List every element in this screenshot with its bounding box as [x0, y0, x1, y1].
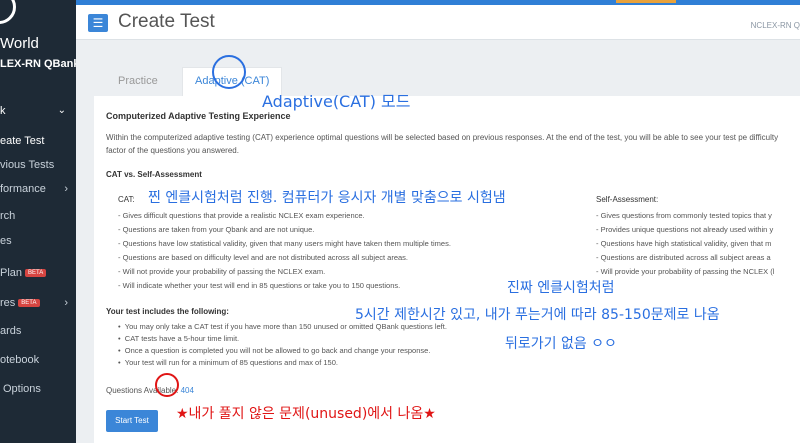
- sa-bullet: - Provides unique questions not already …: [596, 225, 774, 234]
- include-text: Once a question is completed you will no…: [124, 346, 431, 355]
- sa-bullet: - Will provide your probability of passi…: [596, 267, 775, 276]
- sidebar-item-label: rch: [0, 210, 16, 222]
- cat-bullet: - Will not provide your probability of p…: [118, 267, 326, 276]
- sidebar-item-study-plan[interactable]: Plan BETA: [0, 267, 76, 279]
- start-test-button[interactable]: Start Test: [106, 410, 158, 432]
- section-title: Computerized Adaptive Testing Experience: [106, 111, 291, 121]
- annotation-circle: [212, 55, 246, 89]
- brand-product: LEX-RN QBank: [0, 58, 76, 70]
- sidebar-item-notebook[interactable]: otebook: [0, 354, 76, 366]
- sidebar-item-create-test[interactable]: eate Test: [0, 135, 76, 147]
- sidebar: World LEX-RN QBank k ⌄ eate Test vious T…: [0, 0, 76, 443]
- include-text: Your test will run for a minimum of 85 q…: [124, 358, 338, 367]
- sidebar-item-label: res: [0, 297, 16, 309]
- annotation-text: 5시간 제한시간 있고, 내가 푸는거에 따라 85-150문제로 나옴: [355, 307, 720, 323]
- sidebar-item-performance[interactable]: formance ›: [0, 183, 76, 195]
- sidebar-item-label: ards: [0, 325, 22, 337]
- cat-bullet: - Gives difficult questions that provide…: [118, 211, 365, 220]
- annotation-circle: [155, 373, 179, 397]
- sidebar-item-label: otebook: [0, 354, 40, 366]
- beta-badge: BETA: [25, 269, 47, 278]
- sidebar-section-qbank[interactable]: k ⌄: [0, 105, 76, 117]
- self-assessment-label: Self-Assessment:: [596, 195, 659, 204]
- intro-text: Within the computerized adaptive testing…: [106, 133, 779, 155]
- include-item: • Once a question is completed you will …: [118, 346, 431, 355]
- page-header: ☰ Create Test NCLEX-RN Q: [76, 5, 800, 40]
- comparison-title: CAT vs. Self-Assessment: [106, 170, 202, 179]
- sidebar-item-previous-tests[interactable]: vious Tests: [0, 159, 76, 171]
- annotation-text: 찐 엔클시험처럼 진행. 컴퓨터가 응시자 개별 맞춤으로 시험냄: [148, 190, 506, 206]
- sidebar-item-label: es: [0, 235, 12, 247]
- sa-bullet: - Gives questions from commonly tested t…: [596, 211, 772, 220]
- sidebar-item-label: vious Tests: [0, 159, 55, 171]
- includes-title: Your test includes the following:: [106, 307, 229, 316]
- include-text: CAT tests have a 5-hour time limit.: [124, 334, 240, 343]
- sidebar-item-flashcards[interactable]: ards: [0, 325, 76, 337]
- top-accent-highlight: [616, 0, 676, 3]
- sidebar-item-notes[interactable]: es: [0, 235, 76, 247]
- brand-name: World: [0, 35, 39, 52]
- annotation-text: 뒤로가기 없음 ㅇㅇ: [505, 336, 617, 352]
- beta-badge: BETA: [18, 299, 40, 308]
- tab-practice[interactable]: Practice: [118, 75, 158, 87]
- annotation-text: ★내가 풀지 않은 문제(unused)에서 나옴★: [176, 406, 436, 422]
- chevron-right-icon: ›: [64, 297, 68, 309]
- chevron-down-icon: ⌄: [57, 105, 66, 116]
- sidebar-item-label: eate Test: [0, 135, 45, 147]
- annotation-text: Adaptive(CAT) 모드: [262, 92, 411, 111]
- include-item: • CAT tests have a 5-hour time limit.: [118, 334, 240, 343]
- sidebar-item-features[interactable]: res BETA ›: [0, 297, 76, 309]
- sidebar-item-label: Options: [3, 383, 41, 395]
- cat-bullet: - Questions are based on difficulty leve…: [118, 253, 409, 262]
- sa-bullet: - Questions are distributed across all s…: [596, 253, 771, 262]
- cat-bullet: - Questions have low statistical validit…: [118, 239, 451, 248]
- chevron-right-icon: ›: [64, 183, 68, 195]
- cat-bullet: - Will indicate whether your test will e…: [118, 281, 401, 290]
- cat-bullet: - Questions are taken from your Qbank an…: [118, 225, 315, 234]
- sidebar-item-search[interactable]: rch: [0, 210, 76, 222]
- sidebar-item-label: formance: [0, 183, 46, 195]
- logo-icon: [0, 0, 16, 24]
- header-product-label: NCLEX-RN Q: [750, 21, 800, 30]
- page-title: Create Test: [118, 11, 215, 32]
- menu-icon[interactable]: ☰: [88, 14, 108, 32]
- sidebar-item-label: Plan: [0, 267, 23, 279]
- annotation-text: 진짜 엔클시험처럼: [507, 280, 615, 296]
- include-item: • Your test will run for a minimum of 85…: [118, 358, 338, 367]
- sa-bullet: - Questions have high statistical validi…: [596, 239, 772, 248]
- questions-available-count[interactable]: 404: [181, 386, 194, 395]
- questions-available: Questions Available: 404: [106, 386, 194, 395]
- sidebar-section-label: k: [0, 105, 6, 117]
- cat-label: CAT:: [118, 195, 135, 204]
- sidebar-item-options[interactable]: Options: [3, 383, 76, 395]
